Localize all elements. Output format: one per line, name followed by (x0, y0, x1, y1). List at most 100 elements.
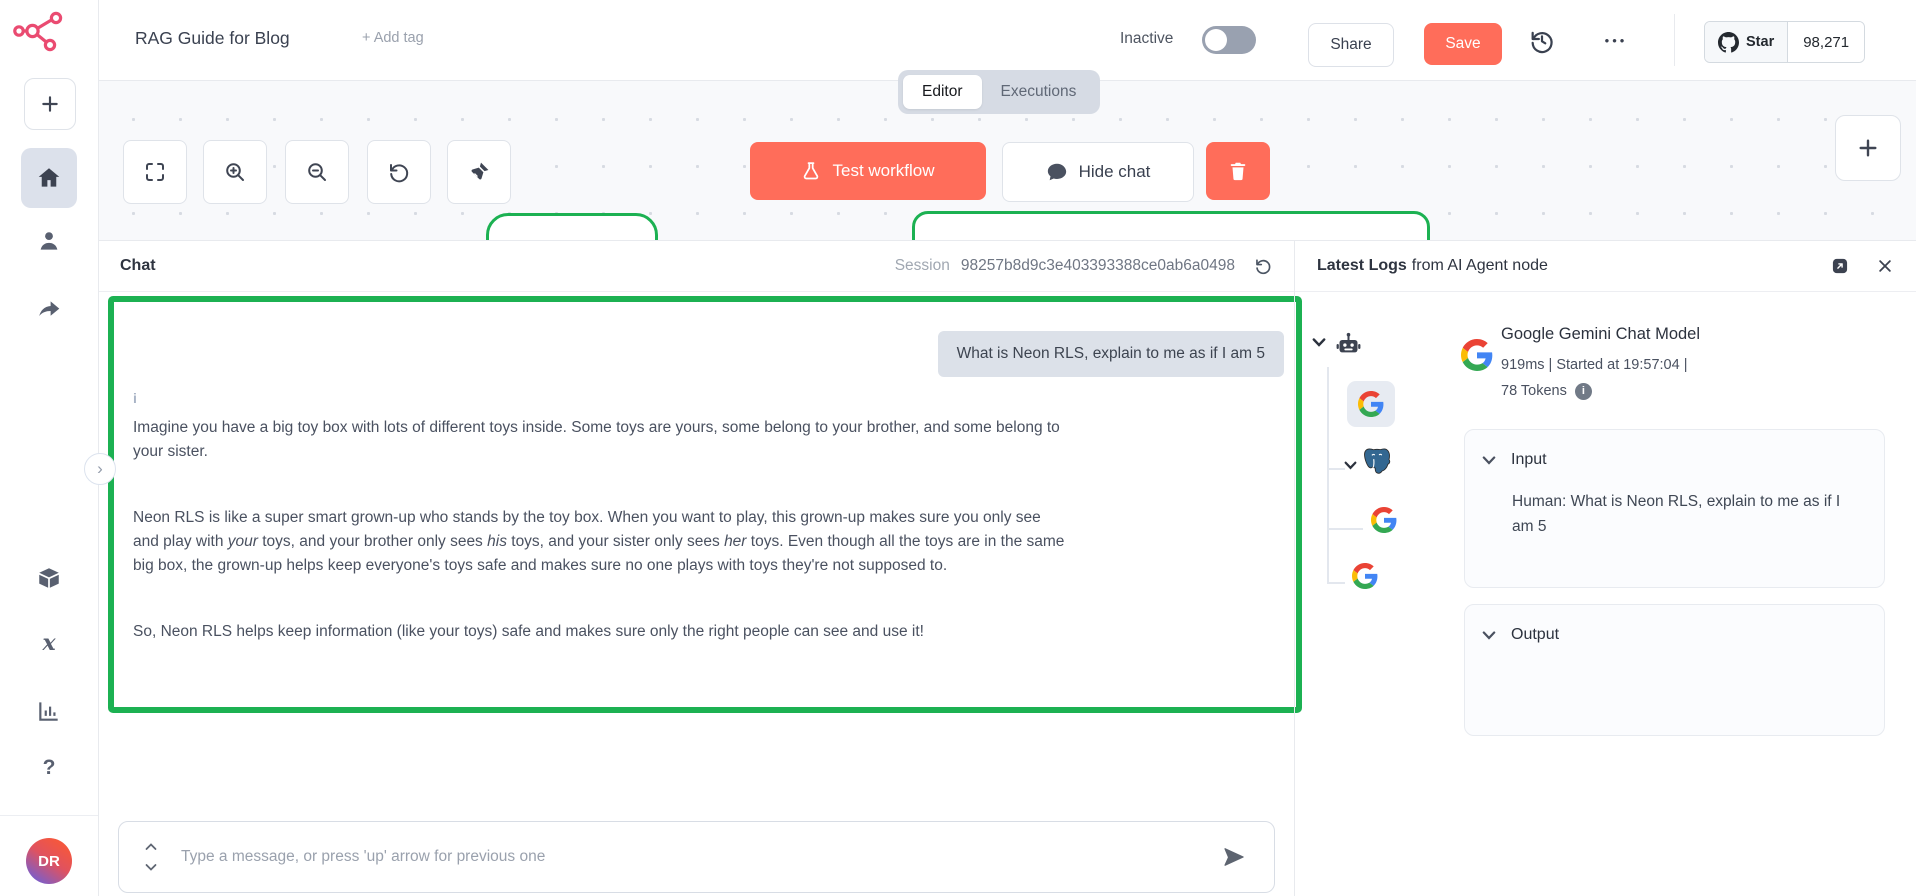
close-icon (1876, 257, 1894, 275)
sidebar-item-insights[interactable] (36, 698, 62, 724)
top-header: RAG Guide for Blog + Add tag Inactive Sh… (98, 0, 1916, 81)
tree-line (1327, 367, 1329, 583)
chevron-up-icon[interactable] (145, 843, 157, 851)
share-arrow-icon (36, 296, 62, 322)
variables-icon: x (42, 630, 55, 656)
github-star-widget[interactable]: Star 98,271 (1704, 21, 1865, 63)
question-mark-icon: ? (43, 756, 56, 779)
input-card-header[interactable]: Input (1465, 430, 1884, 469)
logs-title: Latest Logs (1317, 257, 1407, 275)
chat-title: Chat (120, 257, 156, 275)
log-node-meta: 919ms | Started at 19:57:04 | 78 Tokens … (1501, 352, 1801, 404)
chevron-down-icon (1482, 631, 1496, 640)
plus-icon (1857, 137, 1879, 159)
chevron-down-icon[interactable] (145, 863, 157, 871)
status-label: Inactive (1120, 30, 1173, 48)
github-icon (1718, 32, 1739, 53)
info-marker-icon[interactable]: i (133, 386, 1068, 410)
tree-connector (1327, 582, 1345, 584)
test-workflow-button[interactable]: Test workflow (750, 142, 986, 200)
sidebar-item-shared[interactable] (36, 296, 62, 322)
close-logs-button[interactable] (1876, 257, 1894, 275)
output-card-header[interactable]: Output (1465, 605, 1884, 644)
chevron-down-icon (1482, 456, 1496, 465)
sidebar-item-variables[interactable]: x (36, 630, 62, 656)
add-workflow-button[interactable] (24, 78, 76, 130)
open-nodes-panel-button[interactable] (1835, 115, 1901, 181)
tree-node-gemini-2[interactable] (1352, 563, 1378, 589)
zoom-out-button[interactable] (285, 140, 349, 204)
bot-message: i Imagine you have a big toy box with lo… (133, 386, 1068, 686)
sidebar-item-overview[interactable] (21, 148, 77, 208)
trash-icon (1227, 160, 1249, 182)
n8n-logo-icon (12, 10, 70, 56)
tab-editor[interactable]: Editor (903, 75, 982, 109)
toggle-knob (1205, 29, 1227, 51)
pop-out-icon (1830, 256, 1850, 276)
home-icon (36, 165, 62, 191)
input-card: Input Human: What is Neon RLS, explain t… (1464, 429, 1885, 588)
send-icon (1222, 845, 1246, 869)
tree-connector (1327, 528, 1363, 530)
tree-collapse-chevron[interactable] (1344, 461, 1357, 470)
workflow-history-button[interactable] (1526, 25, 1558, 57)
tree-collapse-chevron[interactable] (1312, 338, 1326, 347)
chevron-right-icon: › (97, 459, 103, 479)
view-tabs: Editor Executions (898, 70, 1100, 114)
sidebar-item-templates[interactable] (36, 565, 62, 591)
sidebar-item-personal[interactable] (36, 228, 62, 254)
session-id: 98257b8d9c3e403393388ce0ab6a0498 (961, 257, 1235, 275)
tidy-up-icon (467, 160, 491, 184)
open-logs-view-button[interactable] (1830, 256, 1850, 276)
help-menu[interactable]: ? (0, 756, 98, 780)
input-card-body: Human: What is Neon RLS, explain to me a… (1465, 469, 1884, 539)
ellipsis-icon: ••• (1605, 33, 1628, 48)
sidebar-divider (0, 815, 98, 816)
chat-messages-area: What is Neon RLS, explain to me as if I … (108, 296, 1302, 713)
log-node-title[interactable]: Google Gemini Chat Model (1501, 325, 1700, 344)
zoom-out-icon (305, 160, 329, 184)
google-icon (1358, 391, 1384, 417)
github-star-count[interactable]: 98,271 (1787, 22, 1864, 62)
send-message-button[interactable] (1222, 845, 1246, 869)
clear-chat-button[interactable] (1206, 142, 1270, 200)
logs-panel: Latest Logs from AI Agent node (1294, 241, 1916, 896)
zoom-in-icon (223, 160, 247, 184)
sidebar: x ? DR (0, 0, 99, 896)
save-button[interactable]: Save (1424, 23, 1502, 65)
tree-node-gemini-selected[interactable] (1347, 381, 1395, 427)
hide-chat-button[interactable]: Hide chat (1002, 142, 1194, 202)
sidebar-expander[interactable]: › (84, 453, 116, 485)
info-icon[interactable]: i (1575, 383, 1592, 400)
reset-session-button[interactable] (1253, 257, 1272, 276)
logs-header: Latest Logs from AI Agent node (1295, 241, 1916, 292)
google-icon (1461, 339, 1493, 371)
chat-logs-overlay: Chat Session 98257b8d9c3e403393388ce0ab6… (98, 240, 1916, 896)
flask-icon (801, 161, 821, 181)
reset-zoom-button[interactable] (367, 140, 431, 204)
undo-icon (387, 160, 411, 184)
bar-chart-icon (36, 698, 62, 724)
bot-paragraph: So, Neon RLS helps keep information (lik… (133, 620, 1068, 644)
message-history-arrows (145, 843, 157, 871)
chat-message-input[interactable] (179, 847, 1206, 867)
avatar[interactable]: DR (26, 838, 72, 884)
tree-node-embeddings-google[interactable] (1371, 507, 1397, 533)
chat-input-bar (118, 821, 1275, 893)
share-button[interactable]: Share (1308, 23, 1394, 67)
bot-paragraph: Neon RLS is like a super smart grown-up … (133, 506, 1068, 578)
postgres-icon[interactable] (1362, 446, 1392, 476)
chat-bubble-icon (1046, 161, 1068, 183)
active-toggle[interactable] (1202, 26, 1256, 54)
more-options-button[interactable]: ••• (1596, 24, 1636, 56)
github-star-button[interactable]: Star (1705, 22, 1787, 62)
tab-executions[interactable]: Executions (982, 75, 1096, 109)
add-tag-button[interactable]: + Add tag (362, 30, 424, 46)
chat-header: Chat Session 98257b8d9c3e403393388ce0ab6… (98, 241, 1294, 292)
tidy-up-button[interactable] (447, 140, 511, 204)
zoom-to-fit-button[interactable] (123, 140, 187, 204)
history-icon (1528, 27, 1556, 55)
ai-agent-robot-icon[interactable] (1335, 331, 1362, 358)
workflow-title[interactable]: RAG Guide for Blog (135, 28, 290, 49)
zoom-in-button[interactable] (203, 140, 267, 204)
